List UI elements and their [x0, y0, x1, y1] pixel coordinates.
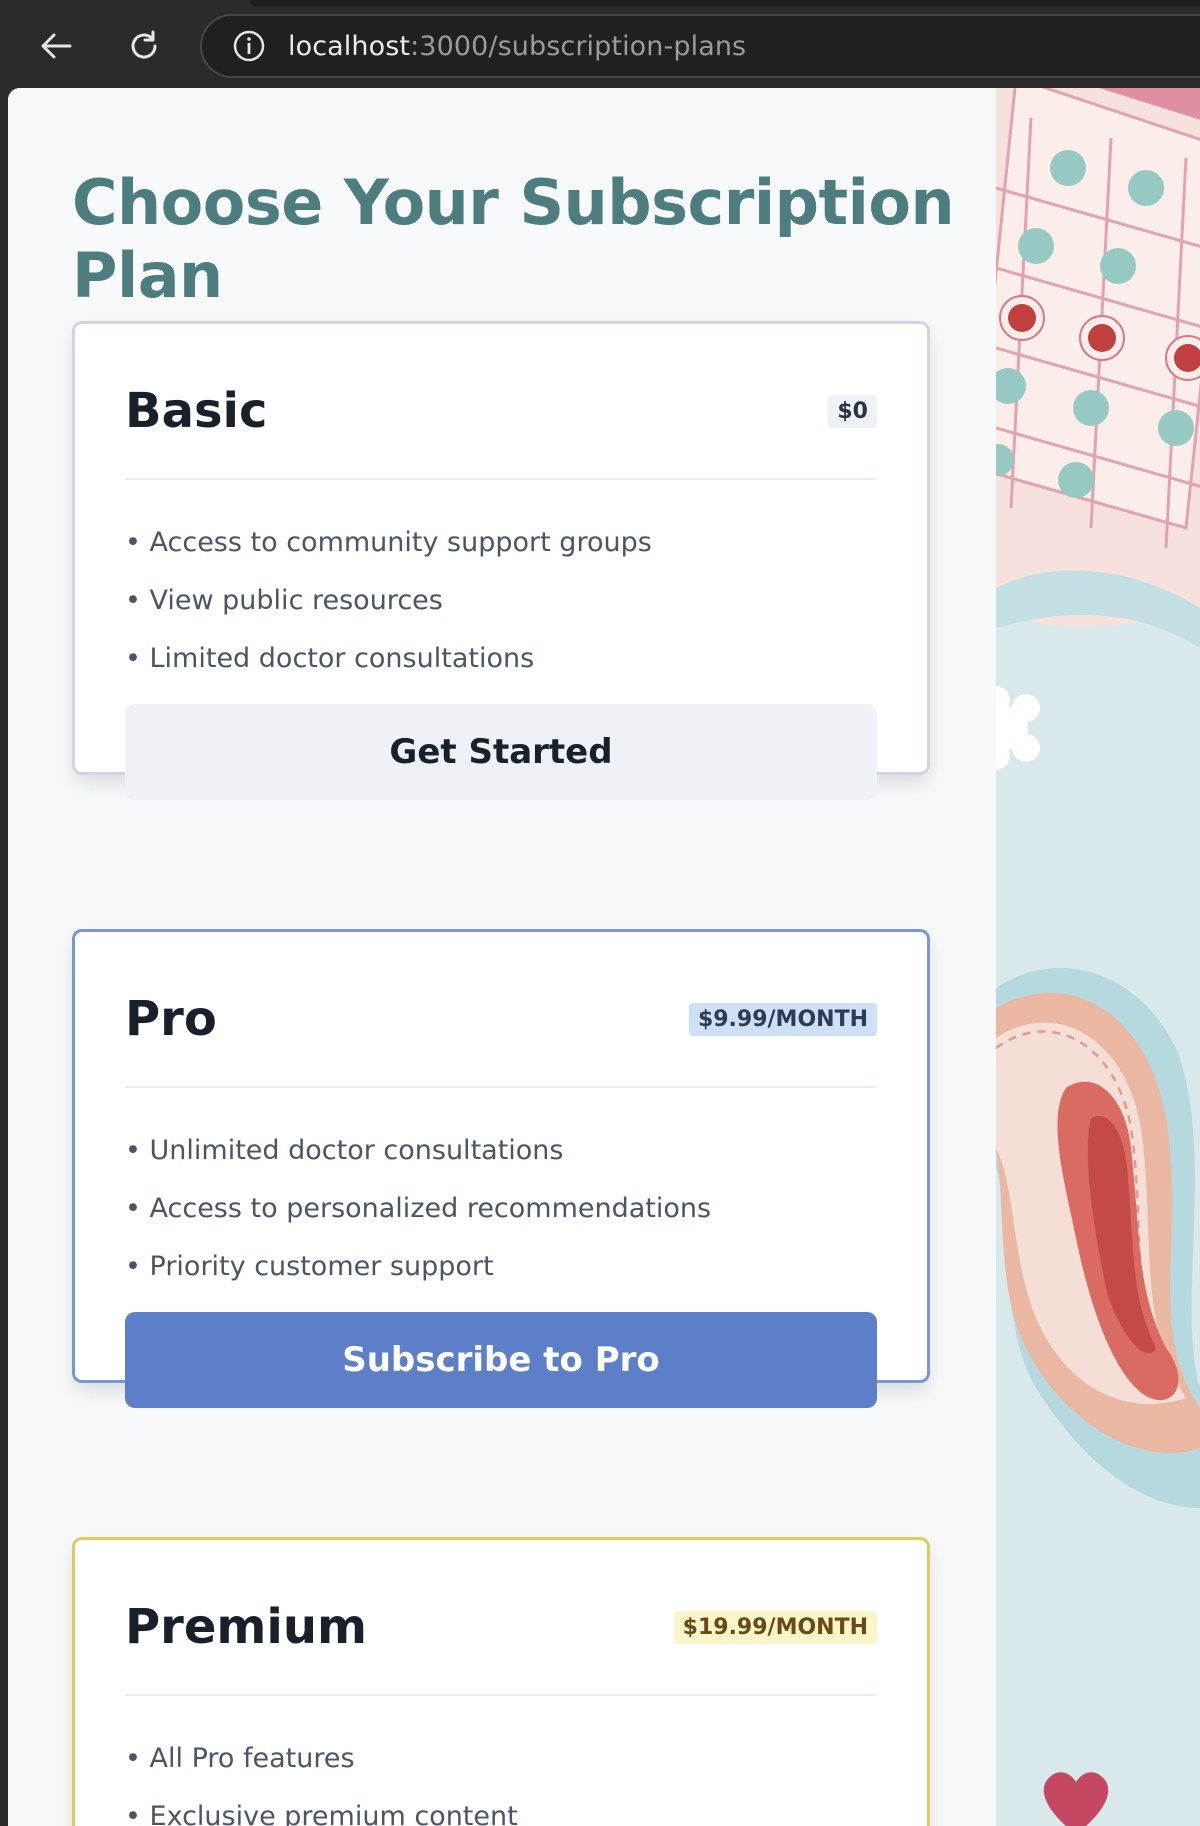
- arrow-left-icon: [41, 33, 72, 59]
- price-badge: $9.99/MONTH: [688, 1002, 877, 1036]
- url-path: :3000/subscription-plans: [410, 30, 747, 62]
- plan-header: Pro $9.99/MONTH: [125, 991, 877, 1047]
- get-started-button[interactable]: Get Started: [125, 704, 877, 800]
- tab-strip-secondary: [740, 0, 1200, 6]
- divider: [125, 1086, 877, 1088]
- feature-item: All Pro features: [125, 1730, 877, 1788]
- feature-list: Unlimited doctor consultations Access to…: [125, 1122, 877, 1296]
- back-button[interactable]: [32, 22, 80, 70]
- divider: [125, 1694, 877, 1696]
- plan-name: Premium: [125, 1599, 368, 1655]
- site-info-icon[interactable]: [232, 29, 266, 63]
- feature-item: View public resources: [125, 572, 877, 630]
- reload-icon: [131, 30, 157, 59]
- plan-name: Basic: [125, 383, 268, 439]
- feature-item: Access to personalized recommendations: [125, 1180, 877, 1238]
- page-viewport: Choose Your Subscription Plan Basic $0 A…: [8, 88, 1200, 1826]
- url-host: localhost: [288, 30, 411, 62]
- feature-item: Limited doctor consultations: [125, 630, 877, 688]
- plan-header: Premium $19.99/MONTH: [125, 1599, 877, 1655]
- plan-header: Basic $0: [125, 383, 877, 439]
- browser-toolbar: localhost:3000/subscription-plans: [0, 0, 1200, 88]
- plan-card-premium: Premium $19.99/MONTH All Pro features Ex…: [72, 1537, 930, 1826]
- main-content: Choose Your Subscription Plan Basic $0 A…: [8, 88, 996, 1826]
- feature-item: Access to community support groups: [125, 514, 877, 572]
- feature-item: Exclusive premium content: [125, 1788, 877, 1826]
- reload-button[interactable]: [120, 22, 168, 70]
- plan-card-basic: Basic $0 Access to community support gro…: [72, 321, 930, 800]
- illustration-graphic: [996, 88, 1200, 1826]
- plan-card-pro: Pro $9.99/MONTH Unlimited doctor consult…: [72, 929, 930, 1408]
- tab-strip: [250, 0, 750, 6]
- page-title: Choose Your Subscription Plan: [72, 166, 955, 312]
- divider: [125, 478, 877, 480]
- feature-list: All Pro features Exclusive premium conte…: [125, 1730, 877, 1826]
- decorative-illustration: [996, 88, 1200, 1826]
- price-badge: $0: [828, 394, 877, 428]
- feature-item: Priority customer support: [125, 1238, 877, 1296]
- address-url[interactable]: localhost:3000/subscription-plans: [288, 31, 746, 62]
- address-bar[interactable]: localhost:3000/subscription-plans: [200, 14, 1200, 78]
- price-badge: $19.99/MONTH: [673, 1610, 877, 1644]
- feature-list: Access to community support groups View …: [125, 514, 877, 688]
- feature-item: Unlimited doctor consultations: [125, 1122, 877, 1180]
- subscribe-pro-button[interactable]: Subscribe to Pro: [125, 1312, 877, 1408]
- plan-name: Pro: [125, 991, 217, 1047]
